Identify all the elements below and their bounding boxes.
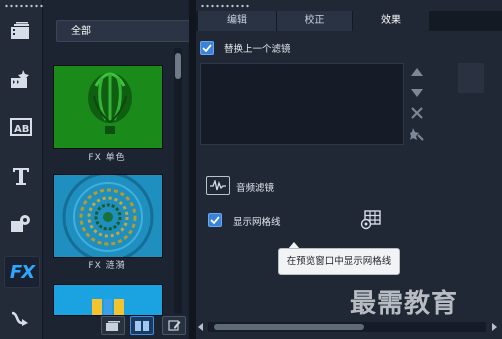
view-thumbnails-button[interactable] xyxy=(130,316,154,335)
filter-label-ripple: FX 涟漪 xyxy=(88,261,126,271)
svg-text:AB: AB xyxy=(14,124,29,135)
applied-filter-list[interactable] xyxy=(200,63,404,145)
filter-thumb-ripple[interactable] xyxy=(53,174,163,258)
audio-filter-label[interactable]: 音频滤镜 xyxy=(236,180,274,194)
show-grid-label: 显示网格线 xyxy=(233,217,281,228)
options-hscroll-thumb[interactable] xyxy=(214,324,364,330)
panel-grip[interactable] xyxy=(4,4,44,8)
library-filter-dropdown[interactable]: 全部 xyxy=(56,20,190,42)
move-down-icon[interactable] xyxy=(408,86,426,100)
customize-filter-icon[interactable] xyxy=(408,127,426,141)
media-icon[interactable] xyxy=(4,16,38,46)
panel-splitter[interactable] xyxy=(189,0,196,339)
filter-label-monochrome: FX 单色 xyxy=(88,153,126,163)
remove-filter-icon[interactable] xyxy=(408,106,426,120)
text-t-icon[interactable] xyxy=(4,161,38,191)
title-ab-icon[interactable]: AB xyxy=(4,112,38,142)
category-sidebar: AB FX xyxy=(0,0,44,339)
tab-correction[interactable]: 校正 xyxy=(277,11,353,31)
tab-effects[interactable]: 效果 xyxy=(353,11,430,31)
scroll-right-icon[interactable] xyxy=(492,323,497,331)
import-media-button[interactable] xyxy=(101,316,125,335)
edit-button[interactable] xyxy=(162,316,186,335)
watermark: 最需教育 xyxy=(350,289,459,319)
graphics-icon[interactable] xyxy=(4,208,38,238)
move-up-icon[interactable] xyxy=(408,65,426,79)
show-grid-checkbox[interactable] xyxy=(208,213,222,227)
filter-thumb-monochrome[interactable] xyxy=(53,65,163,149)
scroll-left-icon[interactable] xyxy=(198,323,203,331)
fx-filters-icon[interactable]: FX xyxy=(4,256,40,288)
options-panel: 编辑 校正 效果 替换上一个滤镜 音频滤镜 显示网格线 在预览窗口中显示网格线 xyxy=(196,0,502,339)
fx-label: FX xyxy=(9,261,35,283)
panel-grip[interactable] xyxy=(200,4,250,8)
grid-tooltip: 在预览窗口中显示网格线 xyxy=(278,248,400,275)
replace-filter-label: 替换上一个滤镜 xyxy=(224,44,291,55)
filter-preview-box xyxy=(458,63,484,93)
library-scroll-thumb[interactable] xyxy=(175,53,181,79)
tab-edit[interactable]: 编辑 xyxy=(198,11,277,31)
audio-filter-icon[interactable] xyxy=(206,176,230,195)
replace-filter-checkbox[interactable] xyxy=(200,41,214,55)
filter-library: 全部 FX 单色 FX 涟漪 xyxy=(43,0,190,339)
transitions-icon[interactable] xyxy=(4,64,38,94)
library-scrollbar[interactable] xyxy=(174,48,182,314)
filter-thumb-third[interactable] xyxy=(53,284,163,316)
path-icon[interactable] xyxy=(4,304,38,334)
grid-settings-icon[interactable] xyxy=(360,210,382,230)
